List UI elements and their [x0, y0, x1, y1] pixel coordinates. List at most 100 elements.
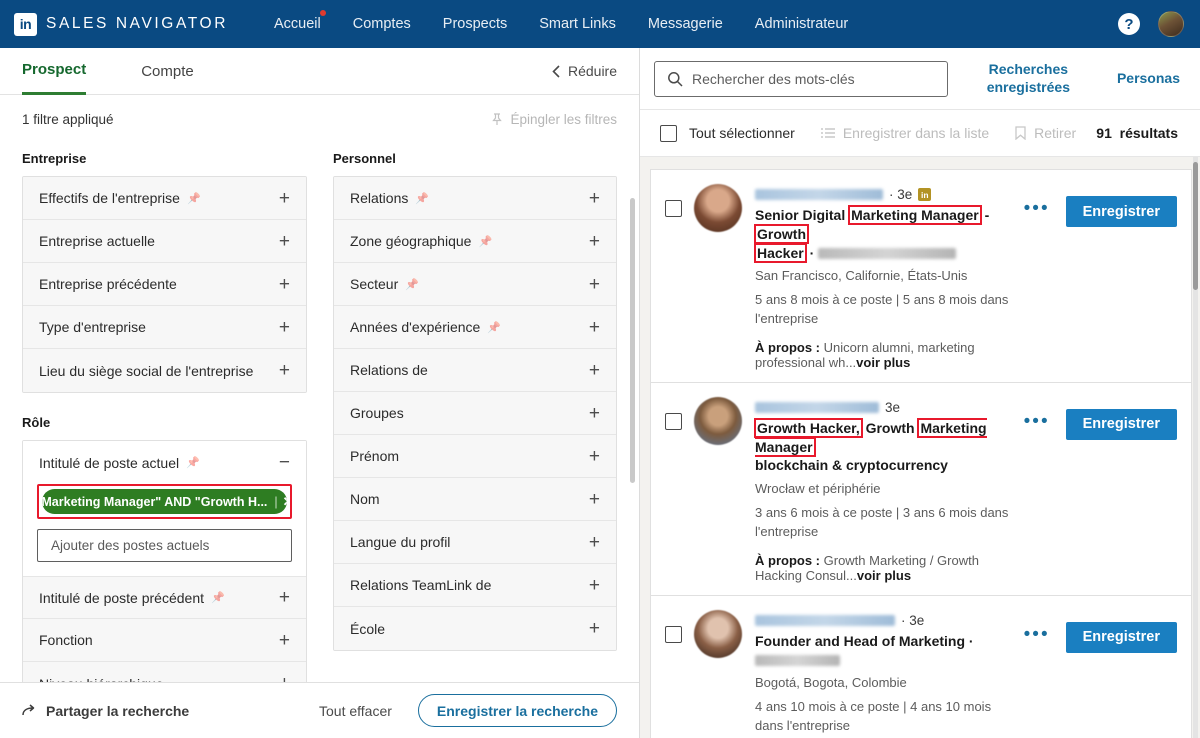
expand-plus-icon: +	[278, 230, 290, 252]
redacted-name	[755, 401, 879, 413]
filter-row-relations[interactable]: Relations 📌 +	[334, 177, 616, 220]
filters-footer: Partager la recherche Tout effacer Enreg…	[0, 682, 639, 738]
profile-photo[interactable]	[694, 396, 742, 445]
filters-scrollbar[interactable]	[630, 198, 635, 483]
brand-title: SALES NAVIGATOR	[46, 15, 228, 32]
search-bar: Rechercher des mots-clés Recherches enre…	[640, 48, 1200, 110]
nav-link-messagerie[interactable]: Messagerie	[632, 16, 739, 32]
profile-photo[interactable]	[694, 184, 742, 232]
job-title-filter-chip[interactable]: "Marketing Manager" AND "Growth H... | ✕	[42, 489, 287, 514]
select-all-checkbox[interactable]	[660, 124, 677, 142]
filters-panel: Prospect Compte Réduire 1 filtre appliqu…	[0, 48, 640, 738]
save-to-list-label: Enregistrer dans la liste	[842, 125, 990, 141]
chip-separator: |	[274, 494, 278, 509]
linkedin-logo-icon: in	[14, 12, 37, 36]
result-checkbox[interactable]	[665, 625, 682, 643]
filter-row-relations-de[interactable]: Relations de +	[334, 349, 616, 392]
save-lead-button[interactable]: Enregistrer	[1065, 196, 1177, 227]
collapse-button[interactable]: Réduire	[552, 63, 617, 79]
pin-filters-button[interactable]: Épingler les filtres	[491, 112, 617, 127]
profile-photo[interactable]	[694, 609, 742, 658]
filter-column-right: Personnel Relations 📌 + Zone géographiqu…	[333, 143, 617, 728]
pin-icon: 📌	[415, 192, 430, 205]
share-search-button[interactable]: Partager la recherche	[22, 703, 189, 719]
saved-searches-link[interactable]: Recherches enregistrées	[980, 61, 1077, 96]
filter-group-role: Intitulé de poste actuel 📌 − "Marketing …	[22, 440, 307, 706]
result-body: · 3e Founder and Head of Marketing · Bog…	[755, 610, 1014, 738]
results-panel: Rechercher des mots-clés Recherches enre…	[640, 48, 1200, 738]
ellipsis-icon[interactable]: •••	[1024, 409, 1050, 431]
expand-plus-icon: +	[278, 316, 290, 338]
user-avatar[interactable]	[1158, 11, 1184, 37]
expand-plus-icon: +	[588, 402, 600, 424]
ellipsis-icon[interactable]: •••	[1024, 622, 1050, 643]
result-card[interactable]: · 3e Founder and Head of Marketing · Bog…	[650, 595, 1192, 738]
filter-row-entreprise-precedente[interactable]: Entreprise précédente +	[23, 263, 306, 306]
nav-link-comptes[interactable]: Comptes	[337, 16, 427, 32]
filter-row-nom[interactable]: Nom +	[334, 478, 616, 521]
group-title-personnel: Personnel	[333, 151, 396, 166]
filter-row-langue-profil[interactable]: Langue du profil +	[334, 521, 616, 564]
job-title-chip-highlight: "Marketing Manager" AND "Growth H... | ✕	[37, 484, 292, 519]
nav-link-accueil[interactable]: Accueil	[258, 10, 337, 32]
filter-row-annees-experience[interactable]: Années d'expérience 📌 +	[334, 306, 616, 349]
filter-row-fonction[interactable]: Fonction +	[23, 619, 306, 662]
nav-link-administrateur[interactable]: Administrateur	[739, 16, 864, 32]
filter-row-type-entreprise[interactable]: Type d'entreprise +	[23, 306, 306, 349]
result-card[interactable]: · 3e in Senior Digital Marketing Manager…	[650, 169, 1192, 383]
results-list: · 3e in Senior Digital Marketing Manager…	[640, 157, 1200, 738]
expand-plus-icon: +	[588, 488, 600, 510]
pin-icon: 📌	[405, 278, 419, 291]
select-all-label[interactable]: Tout sélectionner	[689, 125, 795, 141]
ellipsis-icon[interactable]: •••	[1024, 196, 1050, 218]
search-placeholder: Rechercher des mots-clés	[692, 70, 855, 87]
filter-row-effectifs[interactable]: Effectifs de l'entreprise 📌 +	[23, 177, 306, 220]
result-actions: ••• Enregistrer	[1024, 397, 1177, 583]
filter-row-entreprise-actuelle[interactable]: Entreprise actuelle +	[23, 220, 306, 263]
personas-link[interactable]: Personas	[1117, 70, 1180, 88]
filters-applied-bar: 1 filtre appliqué Épingler les filtres	[0, 95, 639, 143]
search-input[interactable]: Rechercher des mots-clés	[654, 60, 948, 97]
filters-applied-count: 1 filtre appliqué	[22, 111, 114, 127]
chip-text: "Marketing Manager" AND "Growth H...	[42, 494, 268, 509]
remove-label: Retirer	[1034, 125, 1077, 141]
result-checkbox[interactable]	[665, 200, 682, 217]
filter-row-lieu-siege[interactable]: Lieu du siège social de l'entreprise +	[23, 349, 306, 392]
results-scrollbar[interactable]	[1193, 162, 1198, 290]
result-name-line: 3e	[755, 399, 1014, 416]
result-card[interactable]: 3e Growth Hacker, Growth Marketing Manag…	[650, 382, 1192, 596]
filter-row-groupes[interactable]: Groupes +	[334, 392, 616, 435]
tab-prospect[interactable]: Prospect	[22, 48, 87, 95]
result-name-line: · 3e in	[755, 186, 1014, 203]
see-more-link[interactable]: voir plus	[856, 355, 910, 370]
add-current-title-input[interactable]: Ajouter des postes actuels	[37, 529, 292, 562]
expand-plus-icon: +	[278, 587, 290, 608]
save-search-button[interactable]: Enregistrer la recherche	[417, 694, 617, 727]
question-mark-icon[interactable]: ?	[1118, 13, 1140, 35]
brand-logo[interactable]: in SALES NAVIGATOR	[14, 12, 228, 36]
filter-row-relations-teamlink[interactable]: Relations TeamLink de +	[334, 564, 616, 607]
save-lead-button[interactable]: Enregistrer	[1065, 408, 1177, 440]
about-label: À propos :	[755, 339, 820, 355]
chip-remove-icon[interactable]: ✕	[283, 494, 287, 510]
filter-row-prenom[interactable]: Prénom +	[334, 435, 616, 478]
collapse-label: Réduire	[567, 63, 617, 79]
filter-row-intitule-poste-precedent[interactable]: Intitulé de poste précédent 📌 +	[23, 576, 306, 619]
see-more-link[interactable]: voir plus	[857, 568, 911, 583]
pin-filters-label: Épingler les filtres	[510, 111, 617, 127]
filter-row-ecole[interactable]: École +	[334, 607, 616, 650]
nav-link-prospects[interactable]: Prospects	[427, 16, 523, 32]
result-checkbox[interactable]	[665, 412, 682, 430]
nav-link-smart-links[interactable]: Smart Links	[523, 16, 632, 32]
filter-row-secteur[interactable]: Secteur 📌 +	[334, 263, 616, 306]
tab-compte[interactable]: Compte	[141, 48, 194, 95]
remove-button: Retirer	[1015, 125, 1076, 141]
save-lead-button[interactable]: Enregistrer	[1065, 621, 1177, 653]
filter-row-zone-geographique[interactable]: Zone géographique 📌 +	[334, 220, 616, 263]
group-title-entreprise: Entreprise	[22, 151, 87, 166]
share-arrow-icon	[22, 704, 35, 716]
expand-plus-icon: +	[278, 629, 290, 651]
filter-row-intitule-poste-actuel[interactable]: Intitulé de poste actuel 📌 −	[23, 441, 306, 484]
nav-right-controls: ?	[1118, 11, 1184, 37]
clear-all-button[interactable]: Tout effacer	[319, 703, 392, 719]
